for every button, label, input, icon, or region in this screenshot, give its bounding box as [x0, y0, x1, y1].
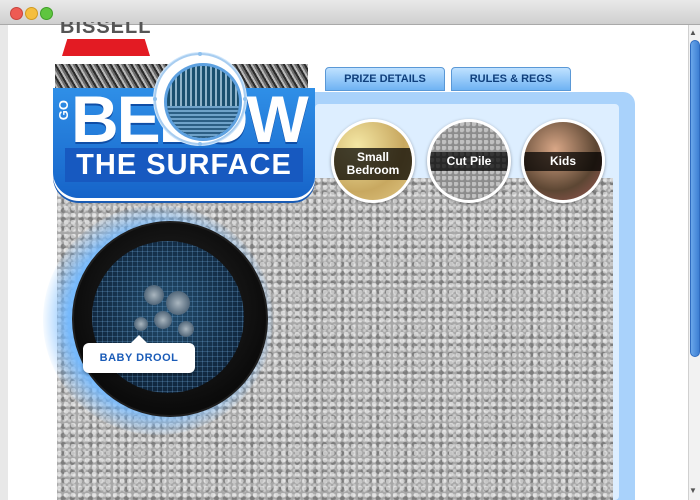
lens-pin [243, 97, 247, 101]
scroll-down-arrow-icon[interactable]: ▼ [689, 486, 697, 495]
lens-pin [198, 52, 202, 56]
logo-red-bar [62, 39, 150, 56]
browser-window: BISSELL PRIZE DETAILS RULES & REGS GO BE… [0, 0, 700, 500]
particle [166, 291, 190, 315]
lens-pin [153, 97, 157, 101]
particle [134, 317, 148, 331]
header-the-surface-text: THE SURFACE [65, 148, 303, 182]
close-window-button[interactable] [10, 7, 23, 20]
lens-pin [198, 142, 202, 146]
category-label: Kids [524, 152, 602, 171]
bissell-logo[interactable]: BISSELL [60, 22, 155, 38]
scroll-up-arrow-icon[interactable]: ▲ [689, 28, 697, 37]
minimize-window-button[interactable] [25, 7, 38, 20]
category-small-bedroom[interactable]: Small Bedroom [331, 119, 415, 203]
tab-prize-details[interactable]: PRIZE DETAILS [325, 67, 445, 91]
zoom-window-button[interactable] [40, 7, 53, 20]
category-label: Cut Pile [430, 152, 508, 171]
magnifier-scope[interactable] [72, 221, 268, 417]
particle [178, 321, 194, 337]
window-left-edge [0, 25, 8, 500]
header-go-text: GO [56, 100, 71, 121]
category-label: Small Bedroom [334, 148, 412, 180]
lens-carpet-closeup [164, 63, 242, 141]
category-kids[interactable]: Kids [521, 119, 605, 203]
particle [154, 311, 172, 329]
scrollbar-thumb[interactable] [690, 40, 700, 357]
magnifier-lens-icon [153, 52, 247, 146]
particle [144, 285, 164, 305]
tab-rules-and-regs[interactable]: RULES & REGS [451, 67, 571, 91]
category-cut-pile[interactable]: Cut Pile [427, 119, 511, 203]
scope-label-baby-drool[interactable]: BABY DROOL [83, 335, 195, 373]
